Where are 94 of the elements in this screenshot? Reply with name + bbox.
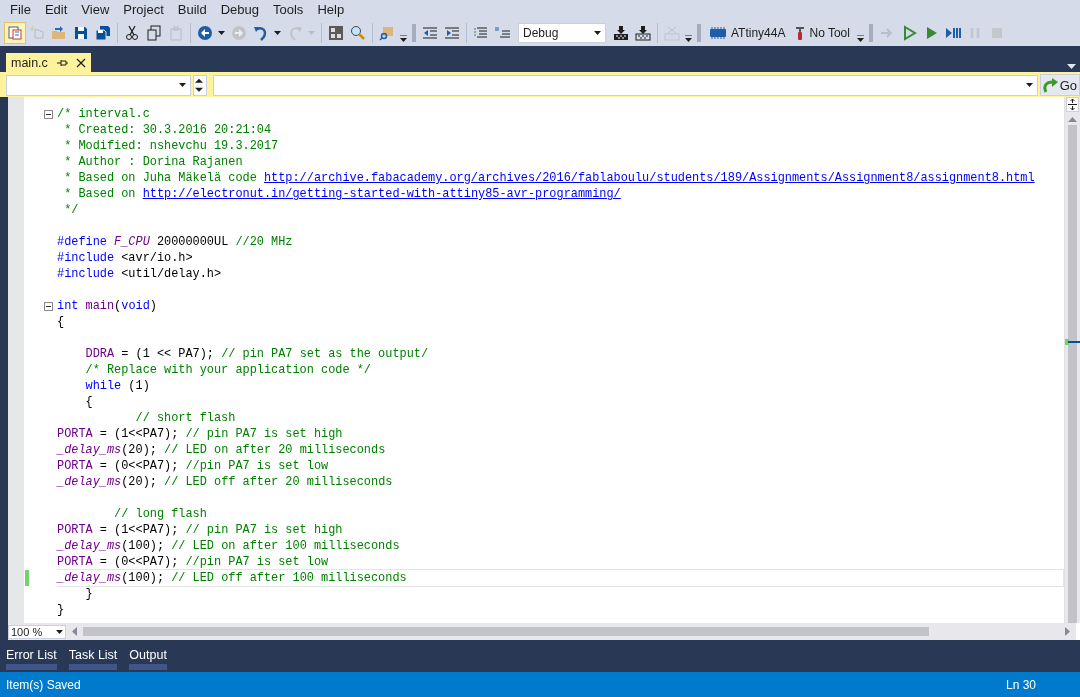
menu-item[interactable]: Build <box>170 2 214 17</box>
code-line: } <box>84 586 94 603</box>
grid-window-icon <box>328 24 344 41</box>
code-line: /* interval.c <box>57 106 151 123</box>
chip-icon <box>709 25 727 40</box>
code-line: * Based on http://electronut.in/getting-started-with-attiny85-avr-programming/ <box>63 186 622 203</box>
menu-item[interactable]: Debug <box>213 2 266 17</box>
menu-item[interactable]: File <box>3 2 38 17</box>
code-line: } <box>57 602 66 619</box>
caret-position-mark-icon <box>1065 339 1080 345</box>
code-line: * Based on Juha Mäkelä code http://archive.fabacademy.org/archives/2016/fablaboulu/students/189/Assignments/Assignment8/assignment8.html <box>63 170 1036 187</box>
code-line: // short flash <box>134 410 237 427</box>
scrollbar-thumb[interactable] <box>1068 125 1077 623</box>
close-icon[interactable] <box>75 57 86 68</box>
code-line: #include <util/delay.h> <box>57 266 223 283</box>
code-line: // long flash <box>113 506 208 523</box>
code-line: PORTA = (0<<PA7); //pin PA7 is set low <box>57 458 330 475</box>
menu-item[interactable]: Edit <box>37 2 75 17</box>
go-button[interactable]: Go <box>1039 74 1080 96</box>
code-line: PORTA = (0<<PA7); //pin PA7 is set low <box>57 554 330 571</box>
code-line: _delay_ms(100); // LED on after 100 milliseconds <box>57 538 401 555</box>
split-handle-icon[interactable] <box>1066 97 1079 112</box>
caret-icon <box>1025 83 1033 87</box>
folder-search-icon <box>379 24 395 41</box>
redo-icon <box>287 24 303 41</box>
scissors-icon <box>124 24 140 41</box>
caret-icon <box>179 83 187 87</box>
document-tab[interactable]: main.c <box>6 53 91 72</box>
scroll-left-icon[interactable] <box>72 627 77 636</box>
code-line: { <box>57 314 66 331</box>
indent-icon <box>444 24 460 41</box>
code-line: PORTA = (1<<PA7); // pin PA7 is set high <box>57 522 344 539</box>
open-folder-icon <box>51 24 67 41</box>
new-file-icon <box>29 24 45 41</box>
scrollbar-thumb[interactable] <box>83 627 929 636</box>
paste-icon <box>168 24 184 41</box>
undo-icon <box>253 24 269 41</box>
save-icon <box>73 24 89 41</box>
disabled-build-icon <box>664 24 680 41</box>
toolbar-button[interactable]: No Tool <box>790 21 855 44</box>
code-line: while (1) <box>84 378 151 395</box>
overflow-icon[interactable] <box>685 34 692 42</box>
copy-icon <box>146 24 162 41</box>
code-line: * Modified: nshevchu 19.3.2017 <box>63 138 280 155</box>
pin-icon[interactable] <box>55 57 68 68</box>
dropdown-arrow-icon[interactable] <box>1067 64 1076 69</box>
outdent-icon <box>422 24 438 41</box>
toolbar-grip[interactable] <box>868 23 873 42</box>
code-line: * Author : Dorina Rajanen <box>63 154 244 171</box>
toolbar-button[interactable]: ATtiny44A <box>704 21 791 44</box>
caret-icon <box>218 30 225 35</box>
uncomment-lines-icon <box>495 24 511 41</box>
menu-item[interactable]: View <box>74 2 117 17</box>
overflow-icon[interactable] <box>400 34 407 42</box>
line-number: Ln 30 <box>1005 677 1036 692</box>
build-all-icon <box>635 24 651 41</box>
zoom-dropdown[interactable]: 100 % <box>8 624 66 639</box>
menu-item[interactable]: Project <box>116 2 171 17</box>
code-line: /* Replace with your application code */ <box>84 362 372 379</box>
code-line: #include <avr/io.h> <box>57 250 194 267</box>
code-line: int main(void) <box>57 298 158 315</box>
menu-item[interactable]: Tools <box>266 2 311 17</box>
toolbar-grip[interactable] <box>697 23 701 42</box>
collapse-icon[interactable] <box>44 109 53 119</box>
screwdriver-icon <box>795 24 806 41</box>
code-line: PORTA = (1<<PA7); // pin PA7 is set high <box>57 426 344 443</box>
caret-icon <box>274 30 281 35</box>
code-link[interactable]: http://electronut.in/getting-started-with-attiny85-avr-programming/ <box>142 187 621 201</box>
code-line: { <box>84 394 94 411</box>
build-icon <box>613 24 629 41</box>
code-line: _delay_ms(20); // LED on after 20 milliseconds <box>57 442 387 459</box>
caret-icon <box>308 30 315 35</box>
code-line: _delay_ms(20); // LED off after 20 milliseconds <box>57 474 394 491</box>
configuration-dropdown[interactable]: Debug <box>518 22 606 43</box>
collapse-icon[interactable] <box>44 301 53 311</box>
magnifier-icon <box>350 24 366 41</box>
code-link[interactable]: http://archive.fabacademy.org/archives/2016/fablaboulu/students/189/Assignments/Assignment8/assignment8.html <box>263 171 1035 185</box>
caret-icon <box>594 30 601 35</box>
code-line: DDRA = (1 << PA7); // pin PA7 set as the output/ <box>84 346 430 363</box>
status-message: Item(s) Saved <box>6 677 81 692</box>
code-line: */ <box>63 202 80 219</box>
comment-lines-icon <box>473 24 489 41</box>
caret-icon <box>56 629 63 634</box>
curved-arrow-icon <box>1042 77 1059 93</box>
code-line: #define F_CPU 20000000UL //20 MHz <box>57 234 294 251</box>
overflow-icon[interactable] <box>856 34 864 42</box>
scroll-up-icon[interactable] <box>1068 117 1077 122</box>
scroll-right-icon[interactable] <box>1065 627 1070 636</box>
code-line: * Created: 30.3.2016 20:21:04 <box>63 122 273 139</box>
new-project-icon <box>7 24 23 41</box>
code-line: _delay_ms(100); // LED off after 100 milliseconds <box>57 569 1064 587</box>
toolbar-grip[interactable] <box>412 23 416 42</box>
save-all-icon <box>95 24 111 41</box>
menu-item[interactable]: Help <box>310 2 352 17</box>
